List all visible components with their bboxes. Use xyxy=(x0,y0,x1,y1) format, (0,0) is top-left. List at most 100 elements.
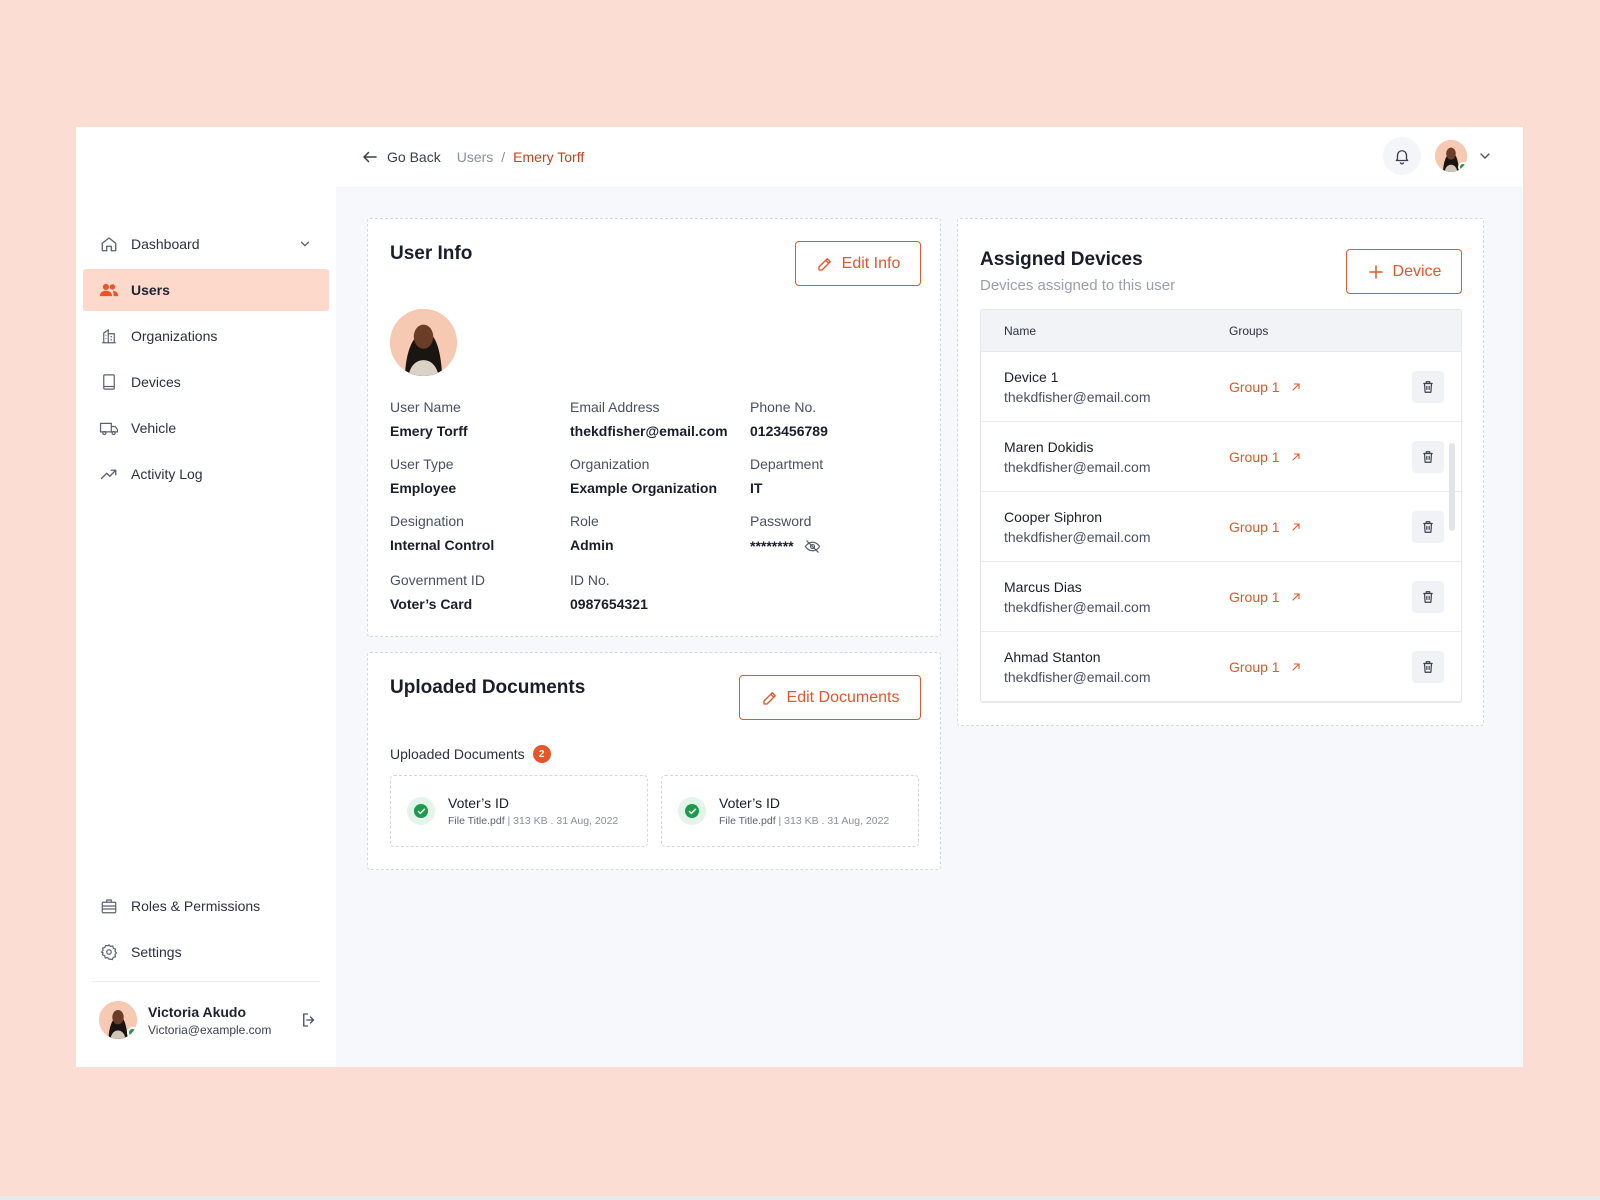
sidebar-user-name: Victoria Akudo xyxy=(148,1003,247,1020)
table-row[interactable]: Cooper Siphron thekdfisher@email.com Gro… xyxy=(981,492,1461,562)
field-value: 0123456789 xyxy=(750,423,828,439)
group-label: Group 1 xyxy=(1229,448,1280,465)
device-cell: Maren Dokidis thekdfisher@email.com xyxy=(981,439,1229,475)
group-link[interactable]: Group 1 xyxy=(1229,519,1399,535)
group-link[interactable]: Group 1 xyxy=(1229,379,1399,395)
device-name: Marcus Dias xyxy=(1004,578,1082,595)
document-item[interactable]: Voter’s ID File Title.pdf | 313 KB . 31 … xyxy=(661,775,919,847)
chevron-down-icon[interactable] xyxy=(297,236,313,252)
edit-documents-button[interactable]: Edit Documents xyxy=(739,675,921,720)
document-meta: File Title.pdf | 313 KB . 31 Aug, 2022 xyxy=(448,815,619,827)
group-link[interactable]: Group 1 xyxy=(1229,589,1399,605)
field-id-no: ID No. 0987654321 xyxy=(570,572,750,612)
edit-info-button[interactable]: Edit Info xyxy=(795,241,921,286)
document-item[interactable]: Voter’s ID File Title.pdf | 313 KB . 31 … xyxy=(390,775,648,847)
field-value: Example Organization xyxy=(570,480,718,496)
table-row[interactable]: Ahmad Stanton thekdfisher@email.com Grou… xyxy=(981,632,1461,702)
sidebar-user-details: Victoria Akudo Victoria@example.com xyxy=(148,1004,298,1037)
user-info-fields: User Name Emery Torff Email Address thek… xyxy=(390,399,930,612)
document-file-name: File Title.pdf xyxy=(448,815,505,827)
document-file-name: File Title.pdf xyxy=(719,815,776,827)
document-details: Voter’s ID File Title.pdf | 313 KB . 31 … xyxy=(448,795,618,827)
field-label: Phone No. xyxy=(750,399,817,415)
field-label: Email Address xyxy=(570,399,660,415)
external-link-icon xyxy=(1290,590,1304,604)
field-password: Password ******** xyxy=(750,513,930,555)
documents-list-header: Uploaded Documents 2 xyxy=(390,745,551,763)
password-value: ******** xyxy=(750,538,794,554)
field-value: Admin xyxy=(570,537,614,553)
group-link[interactable]: Group 1 xyxy=(1229,659,1399,675)
online-status-dot xyxy=(127,1027,137,1038)
sidebar-divider xyxy=(92,981,320,982)
document-name: Voter’s ID xyxy=(719,795,780,811)
sidebar-item-label: Devices xyxy=(131,374,181,390)
document-size-date: 313 KB . 31 Aug, 2022 xyxy=(513,815,619,827)
sidebar-item-label: Activity Log xyxy=(131,466,203,482)
go-back-label: Go Back xyxy=(387,149,441,165)
field-label: Role xyxy=(570,513,599,529)
device-name: Ahmad Stanton xyxy=(1004,648,1101,665)
trash-icon[interactable] xyxy=(1412,371,1444,403)
device-email: thekdfisher@email.com xyxy=(1004,458,1151,475)
sidebar-item-vehicle[interactable]: Vehicle xyxy=(83,407,329,449)
online-status-dot xyxy=(1458,162,1467,172)
assigned-devices-title: Assigned Devices xyxy=(980,249,1143,270)
profile-avatar[interactable] xyxy=(1435,140,1467,172)
arrow-left-icon xyxy=(361,148,379,166)
check-circle-icon xyxy=(407,797,435,825)
field-value: Employee xyxy=(390,480,457,496)
user-info-title: User Info xyxy=(390,243,473,264)
sidebar-item-users[interactable]: Users xyxy=(83,269,329,311)
sidebar-item-label: Dashboard xyxy=(131,236,200,252)
field-email-address: Email Address thekdfisher@email.com xyxy=(570,399,750,439)
sidebar-item-dashboard[interactable]: Dashboard xyxy=(83,223,329,265)
eye-off-icon[interactable] xyxy=(804,537,822,555)
table-header: Name Groups xyxy=(981,310,1461,352)
field-label: Organization xyxy=(570,456,650,472)
group-label: Group 1 xyxy=(1229,378,1280,395)
trash-icon[interactable] xyxy=(1412,511,1444,543)
assigned-devices-header: Assigned Devices Devices assigned to thi… xyxy=(980,249,1175,294)
device-email: thekdfisher@email.com xyxy=(1004,528,1151,545)
field-government-id: Government ID Voter’s Card xyxy=(390,572,570,612)
gear-icon xyxy=(99,942,119,962)
group-label: Group 1 xyxy=(1229,518,1280,535)
trash-icon[interactable] xyxy=(1412,651,1444,683)
tablet-icon xyxy=(99,372,119,392)
field-label: Department xyxy=(750,456,824,472)
trash-icon[interactable] xyxy=(1412,581,1444,613)
table-scrollbar[interactable] xyxy=(1449,443,1455,531)
field-label: Government ID xyxy=(390,572,485,588)
device-name: Cooper Siphron xyxy=(1004,508,1103,525)
table-row[interactable]: Device 1 thekdfisher@email.com Group 1 xyxy=(981,352,1461,422)
edit-info-label: Edit Info xyxy=(841,254,901,272)
table-row[interactable]: Marcus Dias thekdfisher@email.com Group … xyxy=(981,562,1461,632)
avatar[interactable] xyxy=(99,1001,137,1039)
sidebar-item-roles-permissions[interactable]: Roles & Permissions xyxy=(83,885,329,927)
logout-icon[interactable] xyxy=(298,1009,320,1031)
sidebar-item-label: Vehicle xyxy=(131,420,177,436)
device-email: thekdfisher@email.com xyxy=(1004,598,1151,615)
document-name: Voter’s ID xyxy=(448,795,509,811)
field-organization: Organization Example Organization xyxy=(570,456,750,496)
sidebar-item-activity-log[interactable]: Activity Log xyxy=(83,453,329,495)
document-meta: File Title.pdf | 313 KB . 31 Aug, 2022 xyxy=(719,815,890,827)
trash-icon[interactable] xyxy=(1412,441,1444,473)
external-link-icon xyxy=(1290,520,1304,534)
field-label: ID No. xyxy=(570,572,610,588)
add-device-button[interactable]: Device xyxy=(1346,249,1462,294)
chevron-down-icon[interactable] xyxy=(1477,148,1493,164)
group-link[interactable]: Group 1 xyxy=(1229,449,1399,465)
table-row[interactable]: Maren Dokidis thekdfisher@email.com Grou… xyxy=(981,422,1461,492)
bell-icon[interactable] xyxy=(1383,137,1421,175)
breadcrumb-users-link[interactable]: Users xyxy=(457,149,494,165)
documents-list-label: Uploaded Documents xyxy=(390,746,525,762)
sidebar-item-organizations[interactable]: Organizations xyxy=(83,315,329,357)
sidebar-item-settings[interactable]: Settings xyxy=(83,931,329,973)
topbar: Go Back Users / Emery Torff xyxy=(336,127,1523,187)
sidebar-item-devices[interactable]: Devices xyxy=(83,361,329,403)
go-back-button[interactable]: Go Back xyxy=(361,148,441,166)
field-designation: Designation Internal Control xyxy=(390,513,570,555)
app-window: Dashboard Users Organizations Devices Ve… xyxy=(76,127,1523,1067)
